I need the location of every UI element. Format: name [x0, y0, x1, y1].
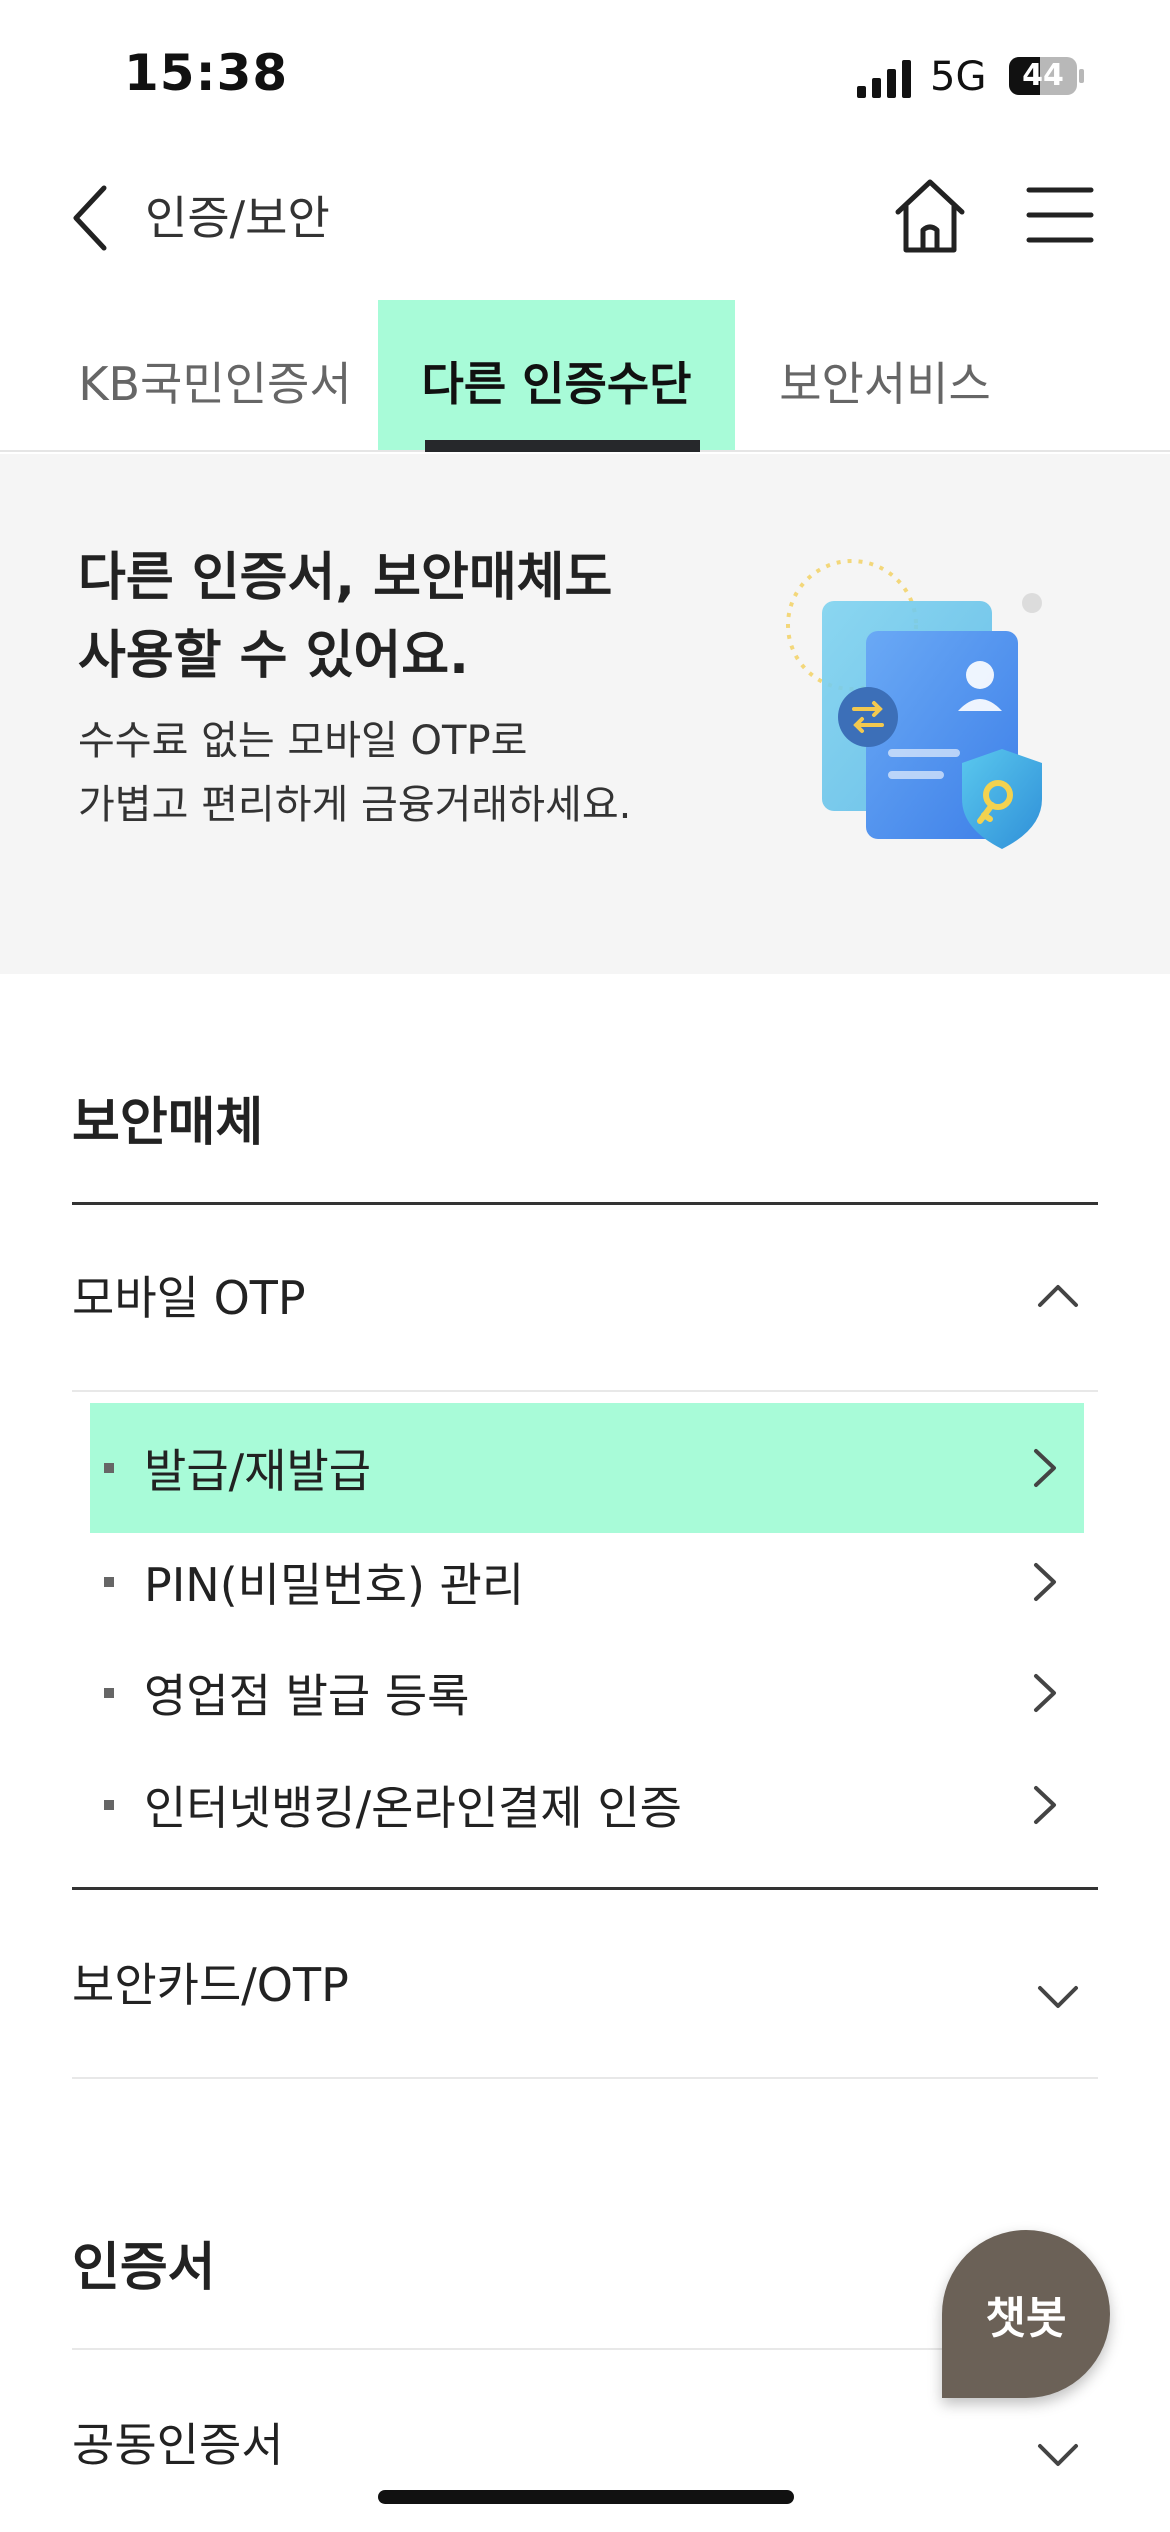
menu-item-label: 인터넷뱅킹/온라인결제 인증: [144, 1781, 682, 1835]
accordion-title: 모바일 OTP: [72, 1271, 306, 1325]
bullet: [104, 1800, 114, 1810]
accordion-security-card-otp[interactable]: 보안카드/OTP: [72, 1892, 1098, 2072]
divider: [72, 1390, 1098, 1392]
banner-desc-line: 가볍고 편리하게 금융거래하세요.: [78, 782, 632, 828]
divider: [72, 2077, 1098, 2079]
bullet: [104, 1688, 114, 1698]
tab-bar: KB국민인증서 다른 인증수단 보안서비스: [0, 300, 1170, 452]
tab-label: 보안서비스: [779, 357, 991, 411]
chevron-left-icon[interactable]: [62, 178, 122, 258]
home-indicator: [378, 2490, 794, 2504]
banner-title: 다른 인증서, 보안매체도 사용할 수 있어요.: [78, 539, 612, 695]
menu-item-internet-banking-auth[interactable]: 인터넷뱅킹/온라인결제 인증: [90, 1740, 1084, 1870]
accordion-title: 공동인증서: [72, 2418, 284, 2472]
chevron-up-icon: [1038, 1285, 1078, 1307]
battery-icon: 44: [1008, 56, 1086, 96]
bullet: [104, 1577, 114, 1587]
chevron-right-icon: [1034, 1786, 1056, 1824]
tab-other-auth[interactable]: 다른 인증수단: [378, 300, 735, 450]
banner-desc-line: 수수료 없는 모바일 OTP로: [78, 718, 528, 764]
chevron-right-icon: [1034, 1674, 1056, 1712]
accordion-mobile-otp[interactable]: 모바일 OTP: [72, 1205, 1098, 1385]
menu-item-label: 영업점 발급 등록: [144, 1669, 470, 1723]
cellular-signal-icon: [857, 60, 911, 98]
menu-item-issue-reissue[interactable]: 발급/재발급: [90, 1403, 1084, 1533]
banner-title-line: 사용할 수 있어요.: [78, 626, 469, 686]
network-type: 5G: [930, 54, 987, 100]
section-title-certificates: 인증서: [72, 2238, 216, 2298]
battery-level: 44: [1022, 58, 1064, 93]
banner-description: 수수료 없는 모바일 OTP로 가볍고 편리하게 금융거래하세요.: [78, 709, 631, 837]
chatbot-button[interactable]: 챗봇: [942, 2230, 1110, 2398]
tab-security-service[interactable]: 보안서비스: [760, 300, 1010, 450]
status-time: 15:38: [124, 44, 289, 102]
banner-title-line: 다른 인증서, 보안매체도: [78, 548, 613, 608]
divider: [72, 1887, 1098, 1890]
chatbot-label: 챗봇: [985, 2293, 1067, 2344]
tab-label: KB국민인증서: [78, 357, 352, 411]
bullet: [104, 1463, 114, 1473]
status-bar: 15:38 5G 44: [0, 0, 1170, 150]
chevron-right-icon: [1034, 1563, 1056, 1601]
tab-label: 다른 인증수단: [421, 357, 692, 411]
accordion-title: 보안카드/OTP: [72, 1958, 349, 2012]
hamburger-menu-icon[interactable]: [1025, 180, 1095, 250]
menu-item-label: PIN(비밀번호) 관리: [144, 1558, 525, 1612]
page-title: 인증/보안: [145, 191, 330, 245]
promo-banner: 다른 인증서, 보안매체도 사용할 수 있어요. 수수료 없는 모바일 OTP로…: [0, 454, 1170, 974]
tab-kb-certificate[interactable]: KB국민인증서: [70, 300, 360, 450]
menu-item-branch-register[interactable]: 영업점 발급 등록: [90, 1628, 1084, 1758]
chevron-right-icon: [1034, 1449, 1056, 1487]
app-header: 인증/보안: [0, 160, 1170, 280]
page: 15:38 5G 44 인증/보안 KB국민인증서 다른 인증수단 보안서비스 …: [0, 0, 1170, 2532]
chevron-down-icon: [1038, 1986, 1078, 2008]
active-tab-indicator: [425, 440, 700, 452]
certificate-illustration: [786, 559, 1042, 849]
section-title-security-media: 보안매체: [72, 1093, 264, 1153]
home-icon[interactable]: [890, 170, 970, 260]
chevron-down-icon: [1038, 2444, 1078, 2466]
menu-item-label: 발급/재발급: [144, 1444, 372, 1498]
